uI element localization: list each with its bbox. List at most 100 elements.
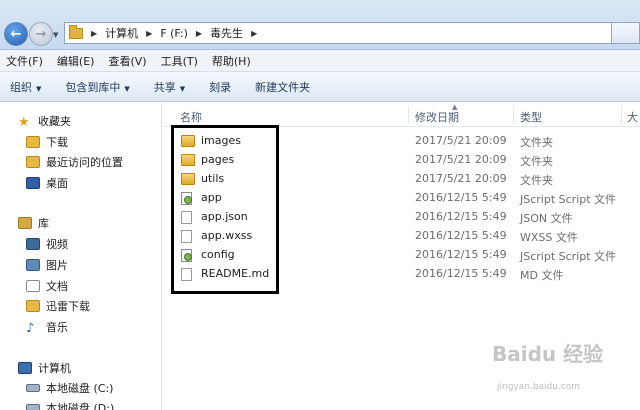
nav-item-drive-c[interactable]: 本地磁盘 (C:)	[26, 378, 113, 398]
column-header-row: ▲ 名称 修改日期 类型 大	[163, 103, 640, 127]
file-type: JScript Script 文件	[520, 250, 617, 263]
nav-item-pictures[interactable]: 图片	[26, 255, 68, 275]
breadcrumb-current-folder[interactable]: 毒先生	[210, 25, 243, 41]
share-label: 共享	[153, 80, 176, 94]
file-type: JSON 文件	[520, 212, 573, 225]
thunder-downloads-icon	[26, 300, 40, 312]
menu-help[interactable]: 帮助(H)	[212, 53, 251, 69]
navigation-pane: ★ 收藏夹 下载 最近访问的位置 桌面 库 视频 图片 文档 迅雷下载 ♪ 音乐…	[0, 103, 162, 410]
downloads-folder-icon	[26, 136, 40, 148]
history-dropdown-icon[interactable]: ▼	[53, 31, 58, 39]
recent-places-icon	[26, 156, 40, 168]
column-header-size[interactable]: 大	[627, 109, 638, 125]
nav-label: 收藏夹	[38, 115, 71, 128]
nav-label: 本地磁盘 (C:)	[46, 382, 114, 395]
nav-label: 下载	[46, 136, 68, 149]
chevron-right-icon[interactable]: ▶	[251, 29, 257, 38]
arrow-left-icon: ←	[10, 26, 22, 42]
nav-item-libraries[interactable]: 库	[18, 213, 49, 233]
menu-file[interactable]: 文件(F)	[6, 53, 43, 69]
file-type: 文件夹	[520, 174, 553, 187]
chevron-right-icon[interactable]: ▶	[91, 29, 97, 38]
pictures-icon	[26, 259, 40, 271]
address-bar: ← → ▼ ▶ 计算机 ▶ F (F:) ▶ 毒先生 ▶	[0, 0, 640, 50]
videos-icon	[26, 238, 40, 250]
column-divider[interactable]	[408, 106, 409, 124]
file-date: 2017/5/21 20:09	[415, 134, 507, 147]
annotation-highlight-box	[171, 125, 279, 294]
breadcrumb-drive-f[interactable]: F (F:)	[160, 27, 188, 40]
watermark-url: jingyan.baidu.com	[497, 382, 581, 392]
computer-icon	[18, 362, 32, 374]
nav-item-computer[interactable]: 计算机	[18, 358, 71, 378]
organize-button[interactable]: 组织 ▼	[10, 79, 41, 95]
command-toolbar: 组织 ▼ 包含到库中 ▼ 共享 ▼ 刻录 新建文件夹	[0, 72, 640, 102]
menu-tools[interactable]: 工具(T)	[161, 53, 198, 69]
nav-item-music[interactable]: ♪ 音乐	[26, 317, 68, 337]
new-folder-button[interactable]: 新建文件夹	[255, 79, 310, 95]
breadcrumb-computer[interactable]: 计算机	[105, 25, 138, 41]
drive-icon	[26, 384, 40, 392]
music-note-icon: ♪	[26, 321, 35, 336]
nav-item-drive-d[interactable]: 本地磁盘 (D:)	[26, 398, 114, 410]
address-field[interactable]: ▶ 计算机 ▶ F (F:) ▶ 毒先生 ▶	[64, 22, 612, 44]
nav-item-thunder[interactable]: 迅雷下载	[26, 296, 90, 316]
column-header-type[interactable]: 类型	[520, 109, 542, 125]
file-date: 2016/12/15 5:49	[415, 267, 507, 280]
file-date: 2016/12/15 5:49	[415, 229, 507, 242]
menu-view[interactable]: 查看(V)	[108, 53, 146, 69]
file-type: 文件夹	[520, 136, 553, 149]
chevron-down-icon: ▼	[36, 84, 42, 93]
address-refresh-button[interactable]	[612, 22, 640, 44]
nav-item-desktop[interactable]: 桌面	[26, 173, 68, 193]
file-date: 2017/5/21 20:09	[415, 153, 507, 166]
column-divider[interactable]	[621, 106, 622, 124]
nav-label: 计算机	[38, 362, 71, 375]
include-library-label: 包含到库中	[65, 80, 121, 94]
nav-item-recent[interactable]: 最近访问的位置	[26, 152, 123, 172]
file-date: 2016/12/15 5:49	[415, 191, 507, 204]
burn-button[interactable]: 刻录	[209, 79, 231, 95]
nav-item-videos[interactable]: 视频	[26, 234, 68, 254]
file-type: MD 文件	[520, 269, 564, 282]
nav-label: 视频	[46, 238, 68, 251]
column-header-name[interactable]: 名称	[180, 109, 202, 125]
organize-label: 组织	[10, 80, 32, 94]
chevron-down-icon: ▼	[124, 84, 130, 93]
nav-item-documents[interactable]: 文档	[26, 276, 68, 296]
drive-icon	[26, 404, 40, 410]
chevron-right-icon[interactable]: ▶	[146, 29, 152, 38]
file-type: WXSS 文件	[520, 231, 578, 244]
nav-item-favorites[interactable]: ★ 收藏夹	[18, 111, 71, 131]
folder-icon	[69, 24, 83, 39]
file-date: 2016/12/15 5:49	[415, 210, 507, 223]
column-header-date[interactable]: 修改日期	[415, 109, 459, 125]
share-button[interactable]: 共享 ▼	[154, 79, 185, 95]
nav-label: 本地磁盘 (D:)	[46, 402, 115, 410]
libraries-icon	[18, 217, 32, 229]
nav-label: 迅雷下载	[46, 300, 90, 313]
file-date: 2016/12/15 5:49	[415, 248, 507, 261]
file-type: JScript Script 文件	[520, 193, 617, 206]
include-library-button[interactable]: 包含到库中 ▼	[65, 79, 129, 95]
column-divider[interactable]	[513, 106, 514, 124]
nav-label: 库	[38, 217, 49, 230]
back-button[interactable]: ←	[4, 22, 28, 46]
file-date: 2017/5/21 20:09	[415, 172, 507, 185]
desktop-icon	[26, 177, 40, 189]
star-icon: ★	[18, 115, 30, 130]
nav-label: 桌面	[46, 177, 68, 190]
menu-bar: 文件(F) 编辑(E) 查看(V) 工具(T) 帮助(H)	[0, 50, 640, 72]
documents-icon	[26, 280, 40, 292]
nav-item-downloads[interactable]: 下载	[26, 132, 68, 152]
nav-label: 音乐	[46, 321, 68, 334]
nav-label: 最近访问的位置	[46, 156, 123, 169]
arrow-right-icon: →	[35, 26, 47, 42]
chevron-down-icon: ▼	[179, 84, 186, 93]
forward-button[interactable]: →	[29, 22, 53, 46]
nav-label: 文档	[46, 280, 68, 293]
chevron-right-icon[interactable]: ▶	[196, 29, 202, 38]
nav-label: 图片	[46, 259, 68, 272]
watermark-brand: Baidu 经验	[492, 342, 604, 366]
menu-edit[interactable]: 编辑(E)	[57, 53, 95, 69]
